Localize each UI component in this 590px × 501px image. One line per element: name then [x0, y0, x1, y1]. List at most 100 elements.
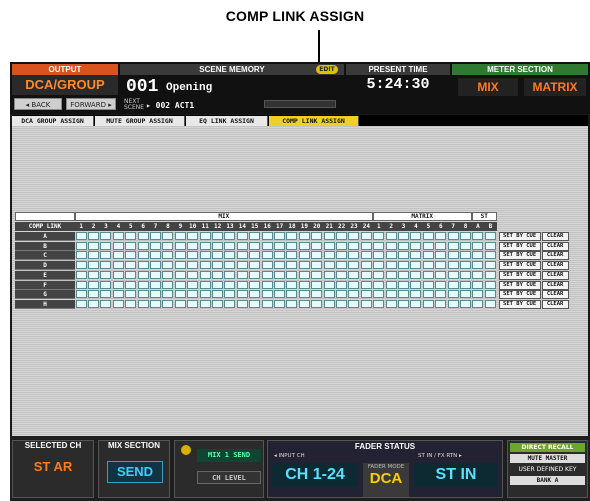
assign-cell[interactable]: [137, 261, 149, 270]
assign-cell[interactable]: [298, 261, 310, 270]
assign-cell[interactable]: [484, 270, 496, 279]
assign-cell[interactable]: [385, 261, 397, 270]
assign-cell[interactable]: [373, 251, 385, 260]
assign-cell[interactable]: [360, 299, 372, 308]
fader-mode-value[interactable]: DCA: [363, 470, 409, 487]
assign-cell[interactable]: [435, 290, 447, 299]
assign-cell[interactable]: [385, 270, 397, 279]
assign-cell[interactable]: [236, 251, 248, 260]
assign-cell[interactable]: [199, 251, 211, 260]
assign-cell[interactable]: [125, 290, 137, 299]
assign-cell[interactable]: [137, 299, 149, 308]
assign-cell[interactable]: [236, 232, 248, 240]
assign-cell[interactable]: [472, 241, 484, 250]
assign-cell[interactable]: [360, 261, 372, 270]
assign-cell[interactable]: [125, 261, 137, 270]
assign-cell[interactable]: [323, 241, 335, 250]
assign-cell[interactable]: [435, 270, 447, 279]
forward-button[interactable]: FORWARD ▸: [66, 98, 116, 110]
assign-cell[interactable]: [273, 251, 285, 260]
assign-cell[interactable]: [236, 290, 248, 299]
assign-cell[interactable]: [298, 299, 310, 308]
assign-cell[interactable]: [410, 251, 422, 260]
assign-cell[interactable]: [112, 232, 124, 240]
assign-cell[interactable]: [459, 261, 471, 270]
assign-cell[interactable]: [125, 280, 137, 289]
assign-cell[interactable]: [224, 261, 236, 270]
assign-cell[interactable]: [484, 241, 496, 250]
assign-cell[interactable]: [472, 270, 484, 279]
assign-cell[interactable]: [373, 241, 385, 250]
assign-cell[interactable]: [298, 232, 310, 240]
st-in-button[interactable]: ST IN: [414, 463, 498, 487]
assign-cell[interactable]: [75, 299, 87, 308]
assign-cell[interactable]: [298, 280, 310, 289]
assign-cell[interactable]: [273, 241, 285, 250]
assign-cell[interactable]: [149, 290, 161, 299]
assign-cell[interactable]: [397, 232, 409, 240]
assign-cell[interactable]: [249, 290, 261, 299]
assign-cell[interactable]: [472, 290, 484, 299]
assign-cell[interactable]: [447, 232, 459, 240]
assign-cell[interactable]: [335, 241, 347, 250]
assign-cell[interactable]: [360, 251, 372, 260]
assign-cell[interactable]: [435, 280, 447, 289]
assign-cell[interactable]: [397, 299, 409, 308]
assign-cell[interactable]: [224, 290, 236, 299]
assign-cell[interactable]: [174, 299, 186, 308]
tab-comp-link-assign[interactable]: COMP LINK ASSIGN: [269, 116, 359, 126]
assign-cell[interactable]: [348, 241, 360, 250]
assign-cell[interactable]: [87, 232, 99, 240]
assign-cell[interactable]: [397, 261, 409, 270]
set-by-cue-button[interactable]: SET BY CUE: [498, 290, 541, 300]
assign-cell[interactable]: [187, 232, 199, 240]
assign-cell[interactable]: [249, 270, 261, 279]
assign-cell[interactable]: [360, 280, 372, 289]
assign-cell[interactable]: [236, 280, 248, 289]
set-by-cue-button[interactable]: SET BY CUE: [498, 232, 541, 241]
assign-cell[interactable]: [484, 280, 496, 289]
assign-cell[interactable]: [162, 280, 174, 289]
assign-cell[interactable]: [187, 280, 199, 289]
assign-cell[interactable]: [137, 241, 149, 250]
assign-cell[interactable]: [199, 299, 211, 308]
mute-master-button[interactable]: MUTE MASTER: [510, 454, 585, 463]
assign-cell[interactable]: [348, 280, 360, 289]
assign-cell[interactable]: [75, 290, 87, 299]
assign-cell[interactable]: [174, 251, 186, 260]
assign-cell[interactable]: [472, 232, 484, 240]
assign-cell[interactable]: [249, 299, 261, 308]
assign-cell[interactable]: [410, 232, 422, 240]
assign-cell[interactable]: [484, 232, 496, 240]
assign-cell[interactable]: [112, 251, 124, 260]
assign-cell[interactable]: [459, 299, 471, 308]
bank-button[interactable]: BANK A: [510, 476, 585, 485]
assign-cell[interactable]: [211, 280, 223, 289]
assign-cell[interactable]: [311, 241, 323, 250]
assign-cell[interactable]: [75, 251, 87, 260]
clear-button[interactable]: CLEAR: [541, 280, 569, 290]
assign-cell[interactable]: [360, 270, 372, 279]
assign-cell[interactable]: [261, 290, 273, 299]
clear-button[interactable]: CLEAR: [541, 270, 569, 280]
assign-cell[interactable]: [447, 270, 459, 279]
assign-cell[interactable]: [162, 299, 174, 308]
assign-cell[interactable]: [335, 280, 347, 289]
assign-cell[interactable]: [348, 290, 360, 299]
assign-cell[interactable]: [112, 270, 124, 279]
assign-cell[interactable]: [199, 290, 211, 299]
assign-cell[interactable]: [125, 270, 137, 279]
assign-cell[interactable]: [286, 280, 298, 289]
assign-cell[interactable]: [149, 299, 161, 308]
assign-cell[interactable]: [447, 241, 459, 250]
assign-cell[interactable]: [410, 290, 422, 299]
assign-cell[interactable]: [211, 241, 223, 250]
assign-cell[interactable]: [273, 280, 285, 289]
assign-cell[interactable]: [447, 280, 459, 289]
assign-cell[interactable]: [335, 270, 347, 279]
assign-cell[interactable]: [261, 299, 273, 308]
assign-cell[interactable]: [397, 251, 409, 260]
assign-cell[interactable]: [286, 232, 298, 240]
assign-cell[interactable]: [224, 299, 236, 308]
assign-cell[interactable]: [87, 261, 99, 270]
